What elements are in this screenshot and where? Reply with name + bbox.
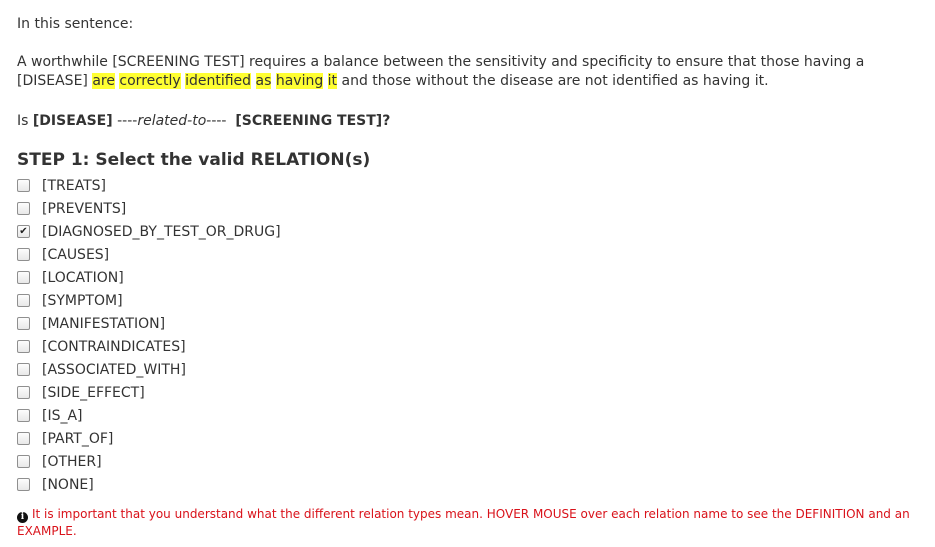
intro-text: In this sentence:: [17, 16, 134, 32]
relation-option[interactable]: [PREVENTS]: [17, 197, 281, 220]
highlighted-word: having: [275, 73, 324, 89]
relation-option-label[interactable]: [LOCATION]: [42, 268, 124, 288]
checkbox[interactable]: [17, 248, 30, 261]
relation-option[interactable]: [TREATS]: [17, 174, 281, 197]
checkbox[interactable]: [17, 432, 30, 445]
relation-option-label[interactable]: [TREATS]: [42, 176, 106, 196]
relation-option-label[interactable]: [DIAGNOSED_BY_TEST_OR_DRUG]: [42, 222, 281, 242]
relation-option-label[interactable]: [ASSOCIATED_WITH]: [42, 360, 186, 380]
question-dashes-right: ----: [206, 113, 227, 129]
checkbox[interactable]: [17, 455, 30, 468]
highlighted-word: identified: [185, 73, 252, 89]
relation-option-label[interactable]: [CAUSES]: [42, 245, 109, 265]
checkbox[interactable]: [17, 363, 30, 376]
question-mark: ?: [382, 113, 391, 129]
highlighted-word: it: [327, 73, 338, 89]
relation-option-label[interactable]: [OTHER]: [42, 452, 102, 472]
relation-option[interactable]: [SIDE_EFFECT]: [17, 381, 281, 404]
highlighted-word: as: [255, 73, 272, 89]
sentence-text: A worthwhile [SCREENING TEST] requires a…: [17, 53, 922, 91]
relation-placeholder: related-to: [137, 113, 207, 129]
relation-question: Is [DISEASE] ----related-to---- [SCREENI…: [17, 111, 390, 131]
relation-option[interactable]: [OTHER]: [17, 450, 281, 473]
relation-option[interactable]: [NONE]: [17, 473, 281, 496]
entity-disease: [DISEASE]: [32, 113, 113, 129]
step1-title: STEP 1: Select the valid RELATION(s): [17, 150, 371, 170]
question-is: Is: [17, 113, 29, 129]
info-circle-icon: i: [17, 512, 28, 523]
relation-option-label[interactable]: [IS_A]: [42, 406, 83, 426]
relation-option-label[interactable]: [NONE]: [42, 475, 94, 495]
relation-option-label[interactable]: [PART_OF]: [42, 429, 113, 449]
checkbox-checked[interactable]: ✔: [17, 225, 30, 238]
checkbox[interactable]: [17, 386, 30, 399]
highlighted-word: are: [92, 73, 115, 89]
entity-screening-test: [SCREENING TEST]: [235, 113, 383, 129]
relation-option-label[interactable]: [SYMPTOM]: [42, 291, 123, 311]
relation-option-label[interactable]: [MANIFESTATION]: [42, 314, 165, 334]
relation-option[interactable]: [LOCATION]: [17, 266, 281, 289]
checkbox[interactable]: [17, 271, 30, 284]
checkbox[interactable]: [17, 409, 30, 422]
relation-option[interactable]: ✔ [DIAGNOSED_BY_TEST_OR_DRUG]: [17, 220, 281, 243]
relation-option-label[interactable]: [PREVENTS]: [42, 199, 126, 219]
checkbox[interactable]: [17, 340, 30, 353]
hover-instruction-note: i It is important that you understand wha…: [17, 506, 917, 539]
question-dashes-left: ----: [117, 113, 138, 129]
checkbox[interactable]: [17, 317, 30, 330]
checkbox[interactable]: [17, 179, 30, 192]
relation-option[interactable]: [IS_A]: [17, 404, 281, 427]
highlighted-word: correctly: [119, 73, 181, 89]
relation-option-label[interactable]: [SIDE_EFFECT]: [42, 383, 145, 403]
relation-option[interactable]: [CAUSES]: [17, 243, 281, 266]
checkbox[interactable]: [17, 478, 30, 491]
relation-option[interactable]: [CONTRAINDICATES]: [17, 335, 281, 358]
checkbox[interactable]: [17, 294, 30, 307]
checkbox[interactable]: [17, 202, 30, 215]
relation-option[interactable]: [SYMPTOM]: [17, 289, 281, 312]
note-text: It is important that you understand what…: [17, 507, 910, 538]
relation-option[interactable]: [ASSOCIATED_WITH]: [17, 358, 281, 381]
relation-options: [TREATS] [PREVENTS] ✔ [DIAGNOSED_BY_TEST_OR…: [17, 174, 281, 496]
relation-option-label[interactable]: [CONTRAINDICATES]: [42, 337, 186, 357]
relation-option[interactable]: [MANIFESTATION]: [17, 312, 281, 335]
relation-option[interactable]: [PART_OF]: [17, 427, 281, 450]
sentence-after: and those without the disease are not id…: [337, 73, 769, 89]
